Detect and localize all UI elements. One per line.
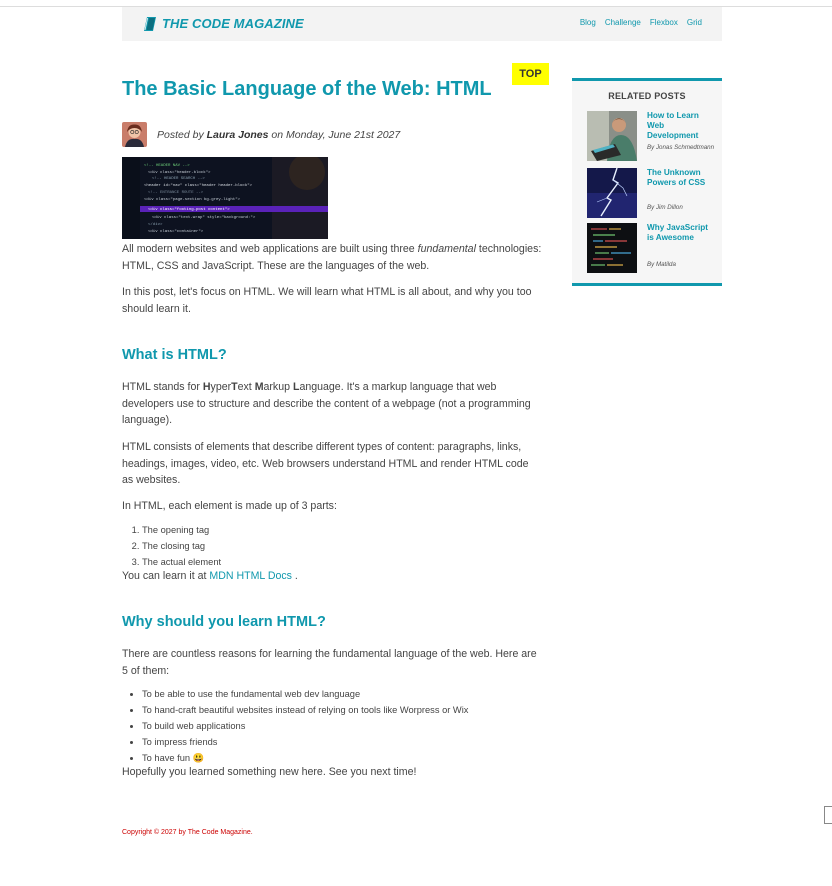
learn-more-line: You can learn it at MDN HTML Docs . bbox=[122, 570, 298, 582]
related-post-author: By Jim Dillon bbox=[647, 204, 683, 211]
nav-link-flexbox[interactable]: Flexbox bbox=[650, 18, 678, 27]
list-item: To build web applications bbox=[142, 718, 468, 734]
nav-link-grid[interactable]: Grid bbox=[687, 18, 702, 27]
svg-text:<div class="text-wrap" style=": <div class="text-wrap" style="background… bbox=[152, 215, 256, 220]
related-posts-sidebar: RELATED POSTS How to Learn Web Developme… bbox=[572, 78, 722, 286]
nav-link-challenge[interactable]: Challenge bbox=[605, 18, 641, 27]
mdn-docs-link[interactable]: MDN HTML Docs bbox=[209, 570, 292, 582]
post-title: The Basic Language of the Web: HTML bbox=[122, 78, 492, 100]
related-post-item[interactable]: Why JavaScript is Awesome By Matilda bbox=[587, 223, 717, 273]
svg-text:<div class="page-section bg-gr: <div class="page-section bg-grey-light"> bbox=[144, 197, 241, 202]
related-post-title[interactable]: How to Learn Web Development bbox=[647, 111, 715, 141]
list-item: To impress friends bbox=[142, 734, 468, 750]
hero-image: <!-- HEADER NAV --> <div class="header-b… bbox=[122, 157, 328, 239]
footer-copyright: Copyright © 2027 by The Code Magazine. bbox=[122, 829, 253, 836]
list-item: To hand-craft beautiful websites instead… bbox=[142, 702, 468, 718]
svg-text:<header id="nav" class="header: <header id="nav" class="header header-bl… bbox=[144, 183, 253, 188]
top-badge: TOP bbox=[512, 63, 549, 85]
book-icon bbox=[144, 16, 156, 31]
svg-text:<div class="container">: <div class="container"> bbox=[148, 229, 204, 234]
sidebar-title: RELATED POSTS bbox=[608, 91, 686, 101]
author-row: Posted by Laura Jones on Monday, June 21… bbox=[122, 122, 400, 147]
related-post-item[interactable]: How to Learn Web Development By Jonas Sc… bbox=[587, 111, 717, 161]
byline: Posted by Laura Jones on Monday, June 21… bbox=[157, 128, 401, 141]
main-nav: Blog Challenge Flexbox Grid bbox=[580, 18, 702, 27]
related-post-thumbnail bbox=[587, 168, 637, 218]
related-post-title[interactable]: Why JavaScript is Awesome bbox=[647, 223, 715, 243]
list-item: The closing tag bbox=[142, 538, 221, 554]
intro-paragraph-1: All modern websites and web applications… bbox=[122, 243, 542, 272]
nav-link-blog[interactable]: Blog bbox=[580, 18, 596, 27]
what-is-html-paragraph-2: HTML consists of elements that describe … bbox=[122, 441, 529, 486]
intro-paragraph-2: In this post, let's focus on HTML. We wi… bbox=[122, 286, 532, 315]
related-post-thumbnail bbox=[587, 111, 637, 161]
reasons-list: To be able to use the fundamental web de… bbox=[122, 686, 468, 766]
author-avatar bbox=[122, 122, 147, 147]
related-post-author: By Jonas Schmedtmann bbox=[647, 144, 715, 151]
svg-text:<div class="footing-post conte: <div class="footing-post content"> bbox=[148, 207, 230, 212]
related-post-author: By Matilda bbox=[647, 261, 676, 268]
related-post-title[interactable]: The Unknown Powers of CSS bbox=[647, 168, 715, 188]
svg-text:<div class="header-block">: <div class="header-block"> bbox=[148, 170, 211, 175]
list-item: The opening tag bbox=[142, 522, 221, 538]
element-parts-list: The opening tag The closing tag The actu… bbox=[122, 522, 221, 570]
svg-text:</div>: </div> bbox=[148, 222, 163, 227]
what-is-html-paragraph-1: HTML stands for HyperText Markup Languag… bbox=[122, 381, 531, 426]
related-post-item[interactable]: The Unknown Powers of CSS By Jim Dillon bbox=[587, 168, 717, 218]
related-post-thumbnail bbox=[587, 223, 637, 273]
site-logo[interactable]: THE CODE MAGAZINE bbox=[144, 16, 304, 31]
list-item: To be able to use the fundamental web de… bbox=[142, 686, 468, 702]
closing-paragraph: Hopefully you learned something new here… bbox=[122, 766, 417, 778]
svg-text:<!-- ENTRANCE ROUTE -->: <!-- ENTRANCE ROUTE --> bbox=[148, 190, 204, 195]
why-learn-paragraph: There are countless reasons for learning… bbox=[122, 648, 537, 677]
svg-text:<!-- HEADER NAV -->: <!-- HEADER NAV --> bbox=[144, 163, 190, 168]
logo-text: THE CODE MAGAZINE bbox=[162, 16, 304, 31]
author-name: Laura Jones bbox=[206, 128, 269, 141]
page-edge-tab[interactable] bbox=[824, 806, 832, 824]
site-header: THE CODE MAGAZINE Blog Challenge Flexbox… bbox=[122, 7, 722, 41]
what-is-html-paragraph-3: In HTML, each element is made up of 3 pa… bbox=[122, 500, 337, 512]
section-heading-why-learn-html: Why should you learn HTML? bbox=[122, 614, 326, 630]
svg-text:<!-- HEADER SEARCH -->: <!-- HEADER SEARCH --> bbox=[152, 176, 205, 181]
section-heading-what-is-html: What is HTML? bbox=[122, 347, 227, 363]
